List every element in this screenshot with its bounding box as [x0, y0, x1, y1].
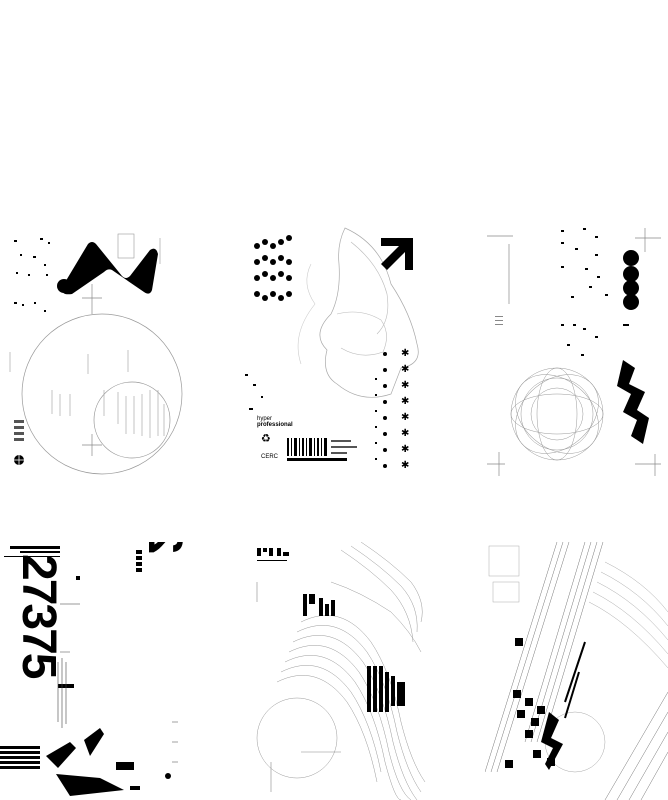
poster-5-artwork — [256, 542, 426, 800]
zigzag-shape — [617, 360, 649, 444]
pixel-block-2 — [367, 666, 405, 712]
pixel-block-1 — [303, 594, 335, 616]
poster-3-artwork — [487, 228, 661, 476]
arrow-up-right-icon — [381, 238, 413, 270]
poster-2[interactable]: ✱ ✱ ✱ ✱ ✱ ✱ ✱ ✱ ♻ hyper professional CER… — [241, 224, 426, 480]
svg-text:✱: ✱ — [401, 412, 409, 423]
wireframe-sphere — [510, 367, 604, 461]
svg-text:✱: ✱ — [401, 460, 409, 471]
crosshair-icon — [82, 284, 102, 314]
svg-text:✱: ✱ — [401, 396, 409, 407]
svg-text:✱: ✱ — [401, 380, 409, 391]
poster-6-artwork — [485, 542, 668, 800]
dot-column — [623, 250, 639, 310]
recycle-icon: ♻ — [261, 432, 271, 445]
svg-text:✱: ✱ — [401, 428, 409, 439]
svg-text:✱: ✱ — [401, 364, 409, 375]
poster-4[interactable]: 27375 27375 — [0, 542, 184, 800]
svg-text:✱: ✱ — [401, 444, 409, 455]
poster-6[interactable] — [485, 542, 668, 800]
poster-3[interactable] — [485, 224, 668, 480]
wave-mesh — [256, 542, 426, 800]
label-professional: professional — [257, 422, 293, 428]
poster-5[interactable] — [241, 542, 426, 800]
small-code: CERC — [261, 454, 279, 460]
poster-number-mirrored: 27375 — [138, 542, 184, 554]
bowtie-shape — [62, 242, 159, 295]
dot-grid — [254, 235, 292, 301]
poster-2-artwork: ✱ ✱ ✱ ✱ ✱ ✱ ✱ ✱ ♻ — [245, 227, 419, 471]
poster-1-artwork — [9, 233, 183, 475]
svg-text:✱: ✱ — [401, 348, 409, 359]
asterisk-icon: ✱ ✱ ✱ ✱ ✱ ✱ ✱ ✱ — [401, 348, 409, 471]
poster-1[interactable] — [0, 224, 184, 480]
poster-number: 27375 — [12, 554, 65, 678]
